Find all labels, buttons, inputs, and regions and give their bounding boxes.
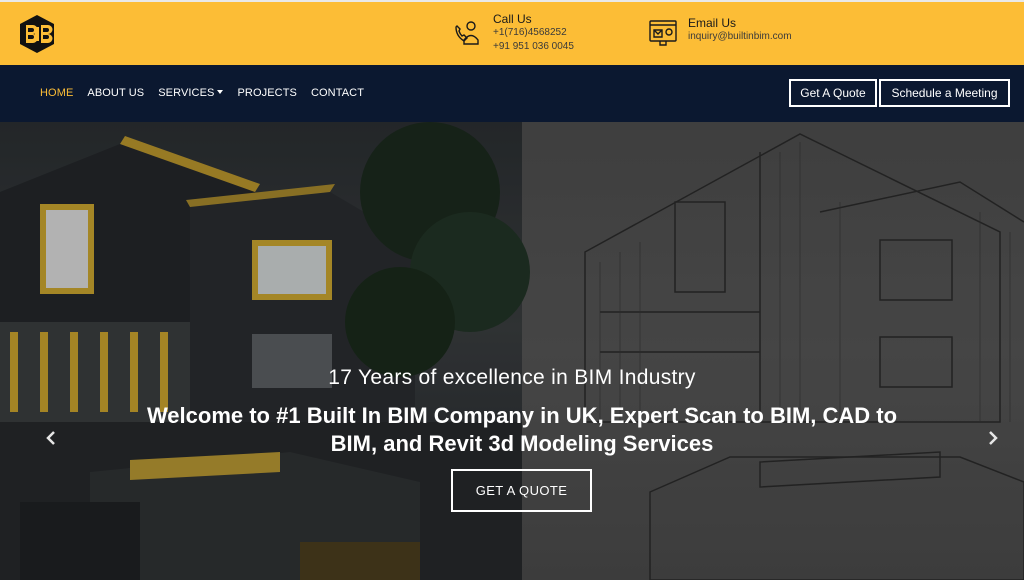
- schedule-meeting-button[interactable]: Schedule a Meeting: [879, 79, 1010, 107]
- hero-headline: Welcome to #1 Built In BIM Company in UK…: [146, 403, 898, 456]
- call-us-block: Call Us +1(716)4568252 +91 951 036 0045: [453, 12, 574, 54]
- chevron-right-icon[interactable]: [986, 430, 1002, 446]
- email-us-block: Email Us inquiry@builtinbim.com: [648, 16, 792, 48]
- call-support-icon: [453, 18, 483, 48]
- hero-slider: 17 Years of excellence in BIM Industry W…: [0, 122, 1024, 580]
- nav-item-contact[interactable]: CONTACT: [311, 87, 364, 99]
- phone-number-2[interactable]: +91 951 036 0045: [493, 40, 574, 54]
- call-us-title: Call Us: [493, 12, 532, 26]
- nav-item-services[interactable]: SERVICES: [158, 87, 224, 99]
- nav-item-about-us[interactable]: ABOUT US: [87, 87, 144, 99]
- nav-item-services-label: SERVICES: [158, 87, 215, 99]
- main-navigation: HOME ABOUT US SERVICES PROJECTS CONTACT …: [0, 65, 1024, 122]
- nav-links: HOME ABOUT US SERVICES PROJECTS CONTACT: [40, 87, 378, 99]
- get-a-quote-button[interactable]: Get A Quote: [789, 79, 877, 107]
- email-address[interactable]: inquiry@builtinbim.com: [688, 30, 792, 44]
- email-us-title: Email Us: [688, 16, 737, 30]
- bib-logo[interactable]: [18, 14, 56, 54]
- chevron-left-icon[interactable]: [44, 430, 60, 446]
- phone-number-1[interactable]: +1(716)4568252: [493, 26, 574, 40]
- caret-down-icon: [217, 90, 224, 95]
- hero-get-quote-button[interactable]: GET A QUOTE: [451, 469, 592, 512]
- top-contact-bar: Call Us +1(716)4568252 +91 951 036 0045 …: [0, 2, 1024, 65]
- nav-item-projects[interactable]: PROJECTS: [237, 87, 296, 99]
- email-support-icon: [648, 18, 678, 48]
- hero-subtitle: 17 Years of excellence in BIM Industry: [328, 366, 696, 389]
- nav-item-home[interactable]: HOME: [40, 87, 73, 99]
